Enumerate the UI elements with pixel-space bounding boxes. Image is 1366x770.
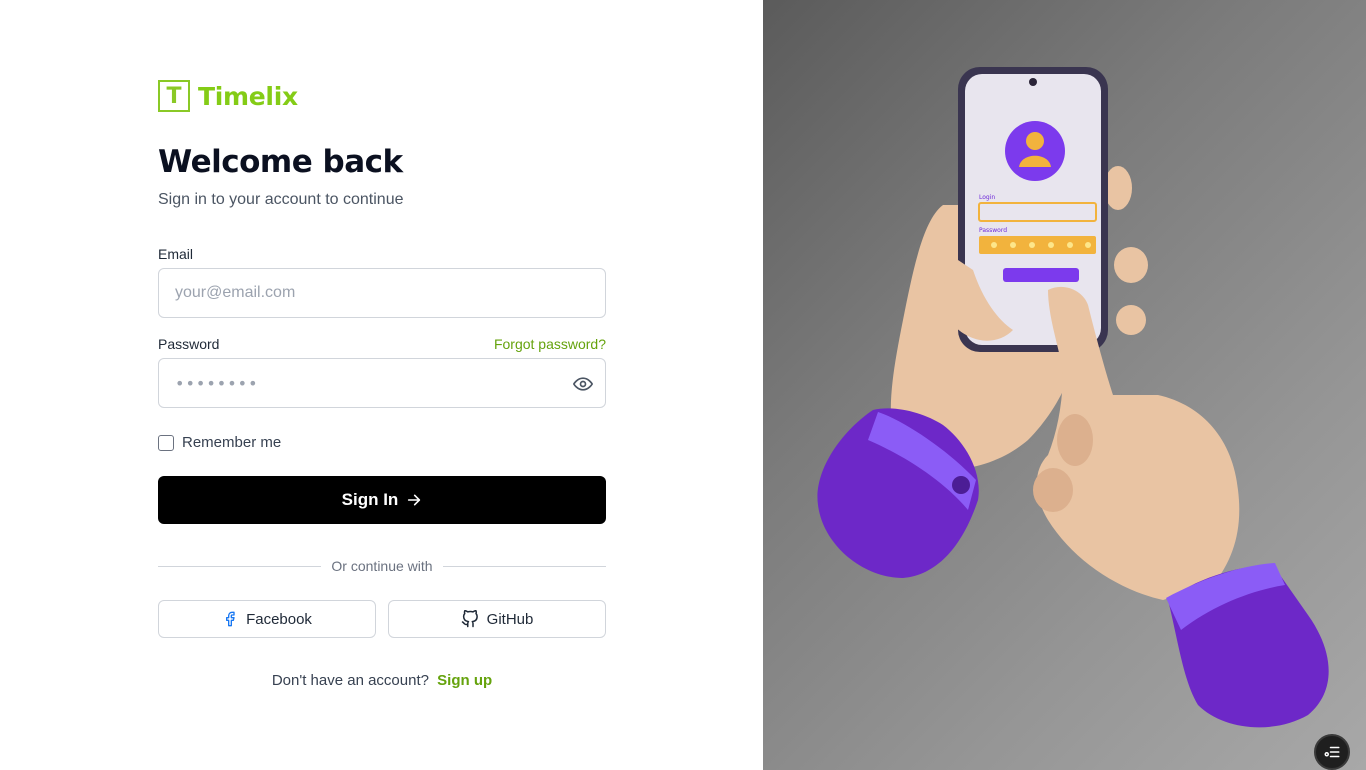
finger-shape	[1116, 305, 1146, 335]
brand-logo[interactable]: T Timelix	[158, 80, 606, 112]
login-page: T Timelix Welcome back Sign in to your a…	[0, 0, 1366, 770]
login-form: T Timelix Welcome back Sign in to your a…	[158, 80, 607, 689]
brand-name: Timelix	[198, 81, 298, 111]
tasks-icon	[1324, 746, 1340, 758]
divider-label: Or continue with	[331, 558, 433, 574]
email-label: Email	[158, 246, 194, 262]
knuckle-shape	[1057, 414, 1093, 466]
password-label: Password	[158, 336, 220, 352]
sign-in-label: Sign In	[341, 490, 399, 509]
github-label: GitHub	[486, 610, 534, 628]
knuckle-shape	[1033, 468, 1073, 512]
logo-mark: T	[158, 80, 190, 112]
remember-me-checkbox[interactable]	[158, 434, 174, 451]
forgot-password-link[interactable]: Forgot password?	[494, 336, 606, 352]
phone-camera	[1029, 78, 1037, 86]
cuff-button	[952, 476, 970, 494]
phone-submit-button	[1003, 268, 1079, 282]
password-field-wrapper	[158, 358, 606, 408]
divider-line	[442, 565, 607, 567]
illustration-pane: Login Password	[763, 0, 1366, 770]
finger-shape	[1104, 166, 1132, 210]
arrow-right-icon	[408, 494, 421, 506]
social-divider: Or continue with	[158, 558, 607, 574]
github-button[interactable]: GitHub	[388, 600, 606, 638]
sign-in-button[interactable]: Sign In	[158, 476, 606, 524]
phone-password-label: Password	[979, 227, 1007, 234]
facebook-button[interactable]: Facebook	[158, 600, 376, 638]
page-title: Welcome back	[158, 144, 403, 180]
login-pane: T Timelix Welcome back Sign in to your a…	[0, 0, 763, 770]
finger-shape	[1114, 247, 1148, 283]
facebook-label: Facebook	[246, 610, 312, 628]
remember-me-label: Remember me	[182, 434, 282, 451]
avatar-head	[1026, 132, 1044, 150]
facebook-icon	[226, 611, 235, 627]
eye-icon[interactable]	[573, 374, 593, 394]
hands-with-phone-illustration: Login Password	[817, 67, 1329, 728]
floating-action-button[interactable]	[1314, 734, 1350, 770]
sign-up-link[interactable]: Sign up	[437, 672, 492, 689]
avatar-icon	[1005, 121, 1065, 181]
divider-line	[158, 565, 322, 567]
signup-prompt: Don't have an account? Sign up	[158, 672, 606, 689]
email-field[interactable]	[158, 268, 606, 318]
page-subtitle: Sign in to your account to continue	[158, 191, 404, 208]
remember-me-row: Remember me	[158, 434, 281, 451]
signup-prompt-text: Don't have an account?	[271, 672, 429, 689]
password-field[interactable]	[159, 359, 605, 407]
github-icon	[461, 610, 478, 628]
phone-login-label: Login	[979, 194, 995, 201]
